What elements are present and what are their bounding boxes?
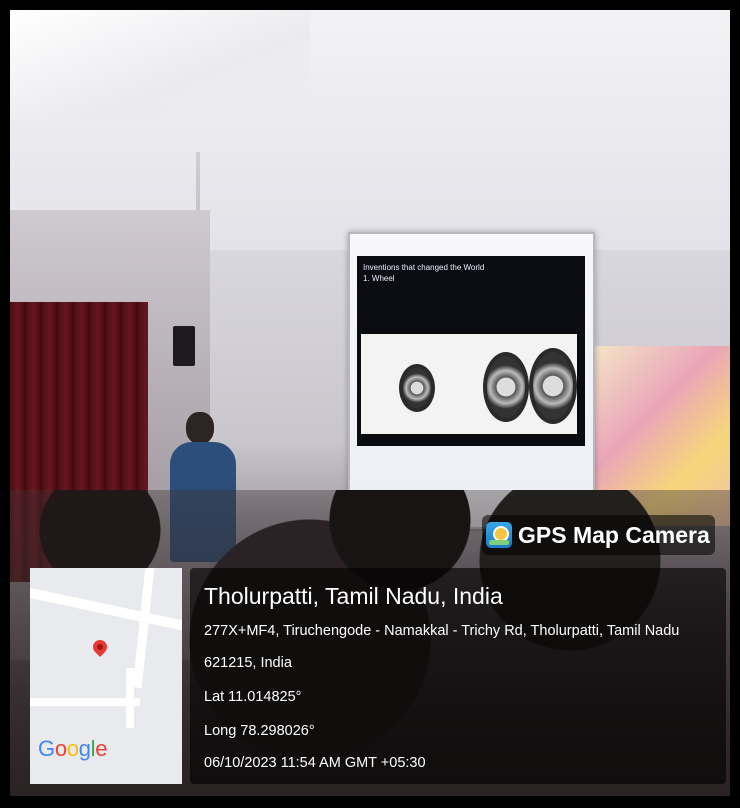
map-pin-icon [90,637,110,657]
presentation-slide: Inventions that changed the World 1. Whe… [357,256,585,446]
address-line1: 277X+MF4, Tiruchengode - Namakkal - Tric… [204,623,680,639]
wheel-images [361,334,577,434]
map-thumbnail: Google [30,568,182,784]
latitude: Lat 11.014825° [204,689,302,705]
address-line2: 621215, India [204,655,292,671]
wheel-image [483,352,529,422]
slide-title-line1: Inventions that changed the World [363,263,485,272]
projector-screen: Inventions that changed the World 1. Whe… [348,232,595,529]
ceiling-beam [10,10,310,120]
photo-frame: Inventions that changed the World 1. Whe… [0,0,740,808]
slide-title: Inventions that changed the World 1. Whe… [363,262,484,284]
wheel-image [399,364,435,412]
wheel-image [529,348,577,424]
longitude: Long 78.298026° [204,723,315,739]
gps-map-camera-icon [486,522,512,548]
gps-map-camera-badge: GPS Map Camera [482,515,715,555]
wall-speaker [173,326,195,366]
slide-title-line2: 1. Wheel [363,274,395,283]
app-title: GPS Map Camera [518,521,710,548]
datetime-stamp: 06/10/2023 11:54 AM GMT +05:30 [204,755,426,771]
location-name: Tholurpatti, Tamil Nadu, India [204,583,503,609]
google-logo: Google [38,736,108,761]
